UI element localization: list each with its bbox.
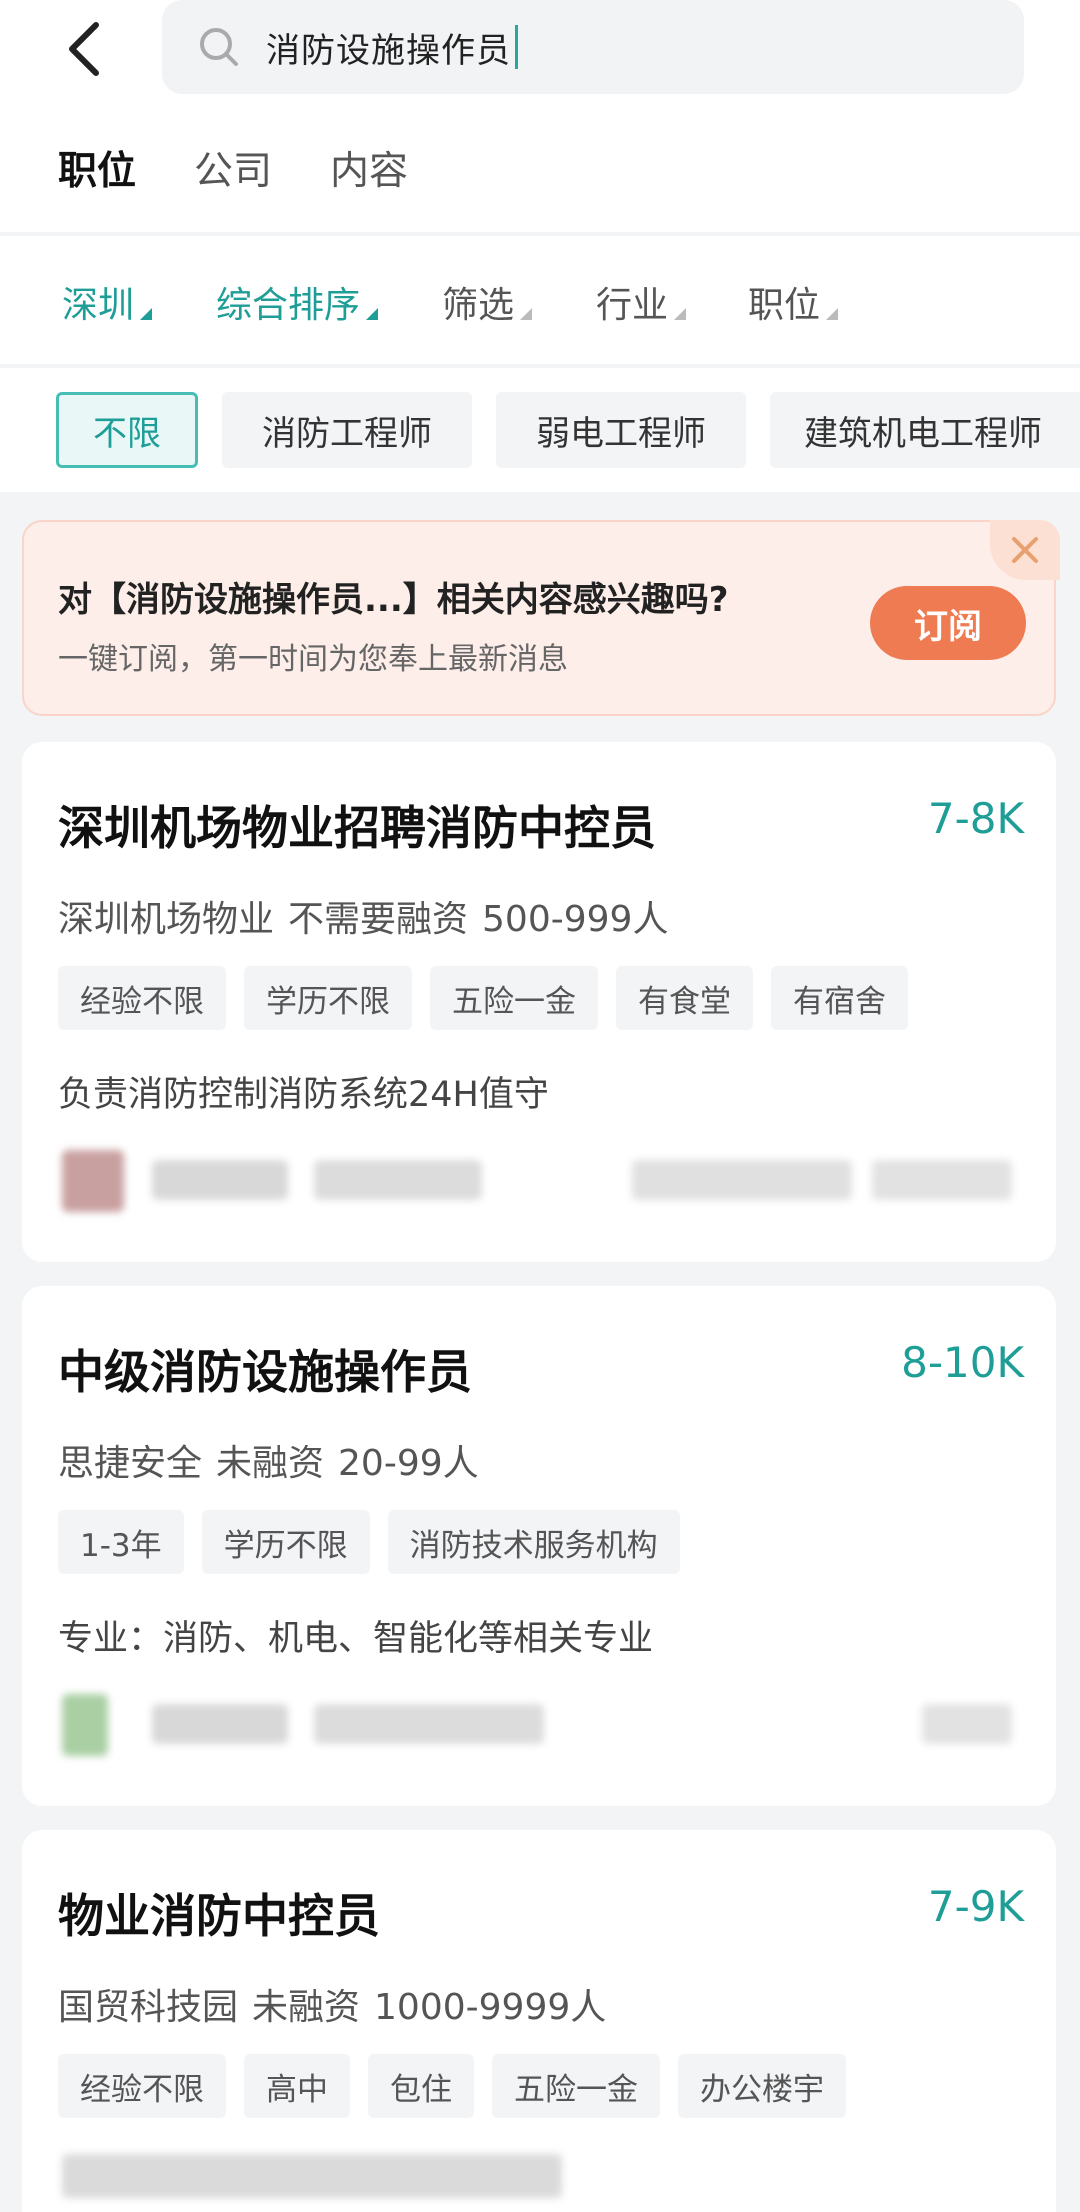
blurred-text (152, 1704, 288, 1744)
blurred-text (922, 1704, 1012, 1744)
job-card[interactable]: 深圳机场物业招聘消防中控员 7-8K 深圳机场物业 不需要融资 500-999人 经… (22, 742, 1056, 1262)
job-tag: 办公楼宇 (678, 2054, 846, 2118)
chip-unlimited[interactable]: 不限 (56, 392, 198, 468)
subscribe-banner: 对【消防设施操作员...】相关内容感兴趣吗? 一键订阅，第一时间为您奉上最新消息… (22, 520, 1060, 716)
company-name: 思捷安全 (58, 1443, 203, 1484)
company-info: 深圳机场物业 不需要融资 500-999人 (58, 890, 682, 942)
filter-label: 深圳 (62, 285, 135, 326)
job-tag: 消防技术服务机构 (387, 1510, 680, 1574)
banner-title: 对【消防设施操作员...】相关内容感兴趣吗? (58, 580, 729, 620)
job-card[interactable]: 物业消防中控员 7-9K 国贸科技园 未融资 1000-9999人 经验不限 高中 … (22, 1830, 1056, 2212)
job-tag: 1-3年 (58, 1510, 184, 1574)
dropdown-triangle-icon (366, 308, 379, 320)
job-title: 深圳机场物业招聘消防中控员 (58, 801, 656, 855)
company-name: 深圳机场物业 (58, 899, 275, 940)
banner-subtitle: 一键订阅，第一时间为您奉上最新消息 (58, 642, 568, 677)
filter-label: 行业 (596, 285, 669, 326)
filter-industry[interactable]: 行业 (596, 276, 687, 328)
blurred-text (872, 1160, 1012, 1200)
back-arrow-icon (69, 22, 99, 76)
filter-label: 职位 (748, 285, 821, 326)
job-tags: 1-3年 学历不限 消防技术服务机构 (58, 1510, 680, 1574)
job-tag: 包住 (368, 2054, 474, 2118)
chip-low-voltage-engineer[interactable]: 弱电工程师 (496, 392, 746, 468)
job-description-blurred (42, 2140, 1042, 2212)
blurred-text (314, 1160, 482, 1200)
job-card[interactable]: 中级消防设施操作员 8-10K 思捷安全 未融资 20-99人 1-3年 学历不限 … (22, 1286, 1056, 1806)
company-funding: 未融资 (216, 1443, 325, 1484)
back-button[interactable] (52, 12, 116, 86)
company-size: 20-99人 (338, 1443, 479, 1484)
blurred-text (152, 1160, 288, 1200)
filter-sort[interactable]: 综合排序 (216, 276, 379, 328)
chip-building-mep-engineer[interactable]: 建筑机电工程师 (770, 392, 1080, 468)
dropdown-triangle-icon (140, 308, 153, 320)
job-tags: 经验不限 高中 包住 五险一金 办公楼宇 (58, 2054, 846, 2118)
search-query[interactable]: 消防设施操作员 (266, 23, 511, 72)
filter-label: 筛选 (442, 285, 515, 326)
result-tabs: 职位 公司 内容 (58, 140, 408, 200)
filter-label: 综合排序 (216, 285, 361, 326)
job-salary: 7-8K (927, 794, 1024, 843)
dropdown-triangle-icon (520, 308, 533, 320)
blurred-text (314, 1704, 544, 1744)
tab-content[interactable]: 内容 (330, 140, 408, 200)
chip-fire-engineer[interactable]: 消防工程师 (222, 392, 472, 468)
tab-companies[interactable]: 公司 (194, 140, 272, 200)
tab-positions[interactable]: 职位 (58, 140, 136, 200)
job-description: 专业：消防、机电、智能化等相关专业 (58, 1619, 654, 1659)
company-funding: 未融资 (252, 1987, 361, 2028)
company-funding: 不需要融资 (288, 899, 469, 940)
job-title: 物业消防中控员 (58, 1889, 380, 1943)
close-banner-button[interactable] (990, 520, 1060, 580)
job-tag: 学历不限 (201, 1510, 370, 1574)
recruiter-info-blurred (42, 1686, 1042, 1758)
job-tag: 五险一金 (492, 2054, 660, 2118)
filter-position[interactable]: 职位 (748, 276, 839, 328)
dropdown-triangle-icon (826, 308, 839, 320)
filter-city[interactable]: 深圳 (62, 276, 153, 328)
subscribe-button[interactable]: 订阅 (870, 586, 1026, 660)
job-tag: 高中 (244, 2054, 350, 2118)
job-tag: 学历不限 (244, 966, 412, 1030)
company-size: 1000-9999人 (374, 1987, 607, 2028)
job-tag: 有食堂 (616, 966, 753, 1030)
keyword-chip-bar: 不限 消防工程师 弱电工程师 建筑机电工程师 (0, 368, 1080, 492)
filter-screen[interactable]: 筛选 (442, 276, 533, 328)
job-salary: 8-10K (901, 1338, 1024, 1387)
search-icon (198, 25, 242, 69)
job-tags: 经验不限 学历不限 五险一金 有食堂 有宿舍 (58, 966, 908, 1030)
company-info: 思捷安全 未融资 20-99人 (58, 1434, 493, 1486)
filter-bar: 深圳 综合排序 筛选 行业 职位 (0, 236, 1080, 364)
close-icon (1012, 537, 1038, 563)
avatar (62, 1150, 124, 1212)
search-input[interactable]: 消防设施操作员 (162, 0, 1024, 94)
avatar (62, 1694, 108, 1756)
job-tag: 经验不限 (58, 2054, 226, 2118)
recruiter-info-blurred (42, 1142, 1042, 1214)
top-bar: 消防设施操作员 职位 公司 内容 (0, 0, 1080, 232)
job-tag: 经验不限 (58, 966, 226, 1030)
blurred-text (632, 1160, 852, 1200)
job-tag: 有宿舍 (771, 966, 908, 1030)
company-name: 国贸科技园 (58, 1987, 239, 2028)
job-tag: 五险一金 (430, 966, 598, 1030)
job-title: 中级消防设施操作员 (58, 1345, 472, 1399)
dropdown-triangle-icon (674, 308, 687, 320)
text-cursor (515, 25, 518, 69)
job-description: 负责消防控制消防系统24H值守 (58, 1075, 549, 1115)
company-size: 500-999人 (482, 899, 669, 940)
blurred-text (62, 2154, 562, 2198)
company-info: 国贸科技园 未融资 1000-9999人 (58, 1978, 620, 2030)
job-salary: 7-9K (927, 1882, 1024, 1931)
